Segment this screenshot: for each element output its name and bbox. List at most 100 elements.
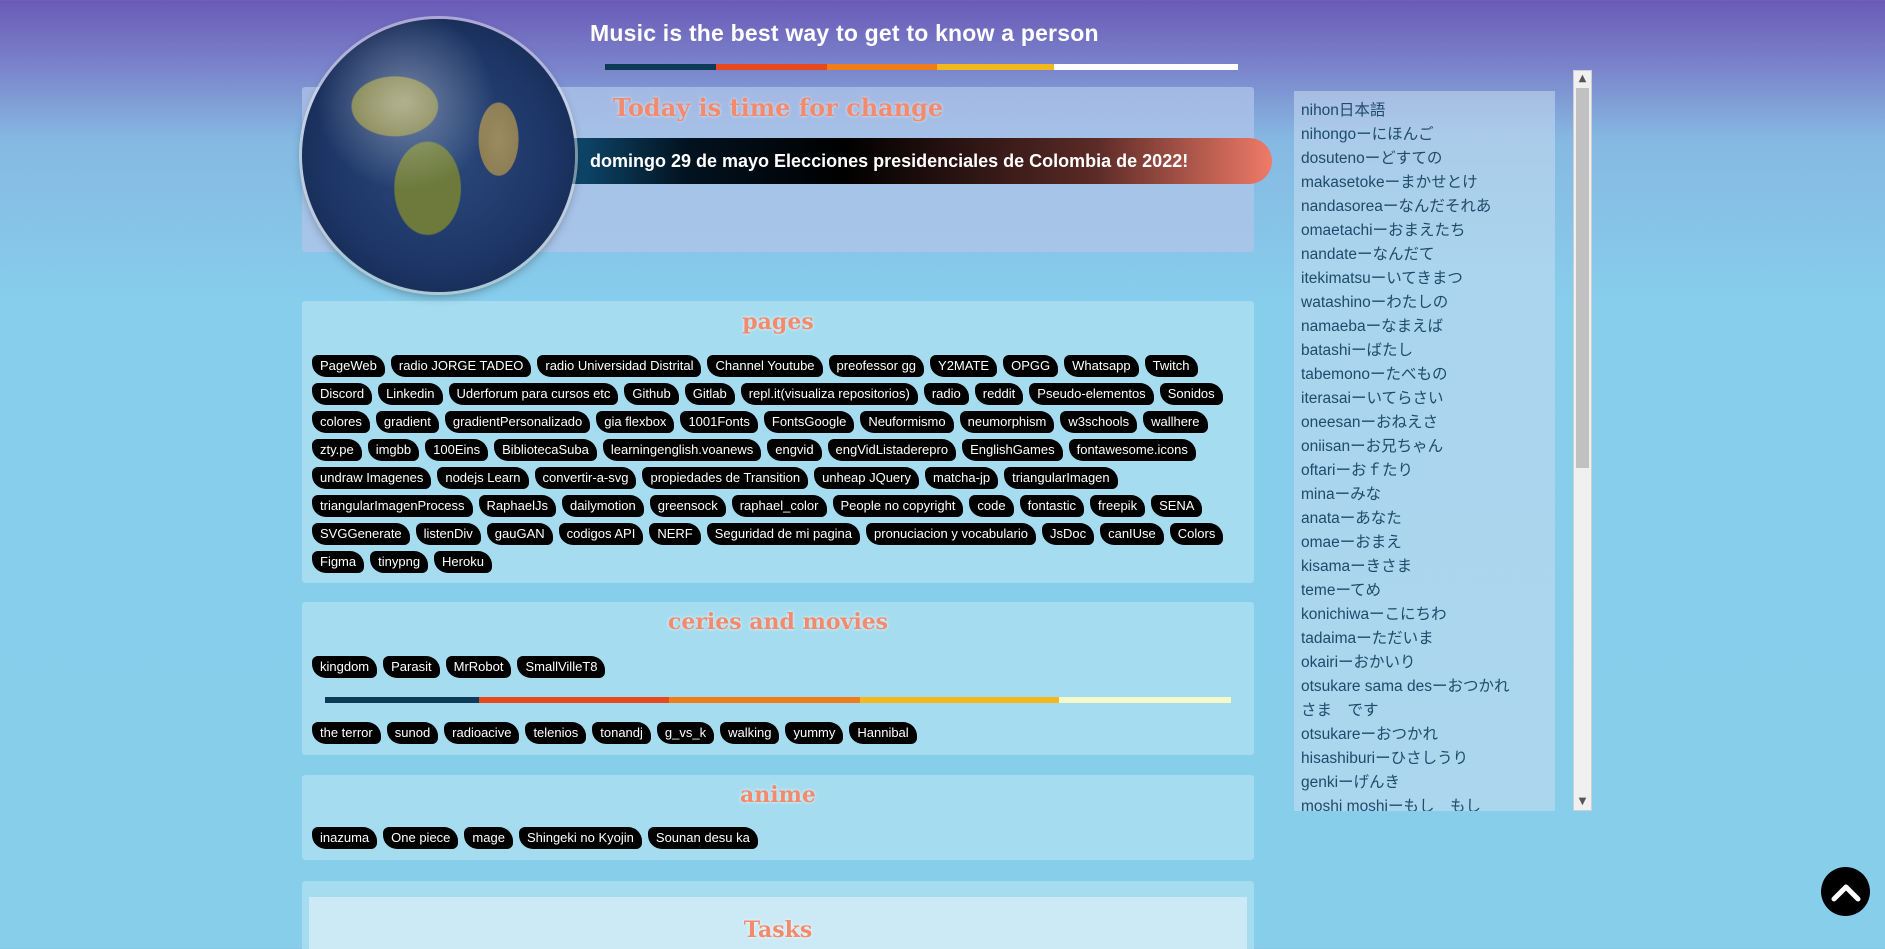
link-tag[interactable]: mage xyxy=(464,827,513,849)
link-tag[interactable]: yummy xyxy=(785,722,844,744)
link-tag[interactable]: SmallVilleT8 xyxy=(517,656,606,678)
link-tag[interactable]: convertir-a-svg xyxy=(534,467,637,489)
link-tag[interactable]: OPGG xyxy=(1003,355,1059,377)
link-tag[interactable]: Heroku xyxy=(434,551,492,573)
link-tag[interactable]: Channel Youtube xyxy=(707,355,823,377)
link-tag[interactable]: Neuformismo xyxy=(860,411,954,433)
link-tag[interactable]: 1001Fonts xyxy=(680,411,758,433)
link-tag[interactable]: JsDoc xyxy=(1041,523,1095,545)
scroll-down-icon[interactable]: ▼ xyxy=(1574,794,1591,810)
link-tag[interactable]: codigos API xyxy=(558,523,644,545)
link-tag[interactable]: repl.it(visualiza repositorios) xyxy=(740,383,918,405)
link-tag[interactable]: radio Universidad Distrital xyxy=(537,355,702,377)
stripe-segment xyxy=(605,64,716,70)
link-tag[interactable]: Shingeki no Kyojin xyxy=(518,827,642,849)
link-tag[interactable]: imgbb xyxy=(367,439,420,461)
link-tag[interactable]: fontastic xyxy=(1019,495,1085,517)
link-tag[interactable]: NERF xyxy=(649,523,701,545)
link-tag[interactable]: Sonidos xyxy=(1159,383,1223,405)
link-tag[interactable]: neumorphism xyxy=(959,411,1055,433)
link-tag[interactable]: SVGGenerate xyxy=(312,523,410,545)
link-tag[interactable]: gradientPersonalizado xyxy=(444,411,591,433)
link-tag[interactable]: BibliotecaSuba xyxy=(494,439,597,461)
link-tag[interactable]: reddit xyxy=(974,383,1024,405)
link-tag[interactable]: triangularImagenProcess xyxy=(312,495,473,517)
link-tag[interactable]: Colors xyxy=(1169,523,1224,545)
link-tag[interactable]: freepik xyxy=(1090,495,1146,517)
scroll-up-icon[interactable]: ▲ xyxy=(1574,71,1591,87)
link-tag[interactable]: code xyxy=(969,495,1014,517)
link-tag[interactable]: Discord xyxy=(312,383,373,405)
link-tag[interactable]: radio xyxy=(923,383,969,405)
stripe-segment xyxy=(669,697,860,703)
link-tag[interactable]: inazuma xyxy=(312,827,378,849)
link-tag[interactable]: walking xyxy=(720,722,780,744)
link-tag[interactable]: engvid xyxy=(767,439,822,461)
link-tag[interactable]: canIUse xyxy=(1100,523,1164,545)
link-tag[interactable]: Github xyxy=(624,383,679,405)
series-tag-list: kingdom Parasit MrRobot SmallVilleT8 xyxy=(302,656,1254,678)
link-tag[interactable]: listenDiv xyxy=(415,523,481,545)
link-tag[interactable]: pronuciacion y vocabulario xyxy=(866,523,1036,545)
link-tag[interactable]: 100Eins xyxy=(425,439,489,461)
link-tag[interactable]: propiedades de Transition xyxy=(642,467,809,489)
link-tag[interactable]: g_vs_k xyxy=(656,722,715,744)
link-tag[interactable]: engVidListaderepro xyxy=(827,439,957,461)
link-tag[interactable]: Whatsapp xyxy=(1064,355,1139,377)
link-tag[interactable]: MrRobot xyxy=(445,656,512,678)
link-tag[interactable]: kingdom xyxy=(312,656,378,678)
back-to-top-button[interactable] xyxy=(1821,867,1870,916)
link-tag[interactable]: gauGAN xyxy=(486,523,553,545)
link-tag[interactable]: colores xyxy=(312,411,370,433)
vocabulary-list[interactable]: nihon日本語 nihongoーにほんご dosutenoーどすての makaset… xyxy=(1294,91,1555,811)
link-tag[interactable]: preofessor gg xyxy=(828,355,925,377)
link-tag[interactable]: PageWeb xyxy=(312,355,385,377)
link-tag[interactable]: Twitch xyxy=(1144,355,1198,377)
link-tag[interactable]: EnglishGames xyxy=(962,439,1063,461)
vocab-item: kisamaーきさま xyxy=(1301,558,1413,575)
vocabulary-scrollbar[interactable]: ▲ ▼ xyxy=(1573,70,1592,811)
link-tag[interactable]: learningenglish.voanews xyxy=(602,439,762,461)
vocab-item: otsukare sama desーおつかれ xyxy=(1301,678,1510,695)
link-tag[interactable]: radio JORGE TADEO xyxy=(390,355,532,377)
link-tag[interactable]: matcha-jp xyxy=(925,467,999,489)
link-tag[interactable]: triangularImagen xyxy=(1004,467,1118,489)
link-tag[interactable]: telenios xyxy=(525,722,587,744)
link-tag[interactable]: Pseudo-elementos xyxy=(1029,383,1154,405)
link-tag[interactable]: sunod xyxy=(386,722,439,744)
link-tag[interactable]: unheap JQuery xyxy=(814,467,919,489)
link-tag[interactable]: Seguridad de mi pagina xyxy=(706,523,861,545)
link-tag[interactable]: Y2MATE xyxy=(930,355,998,377)
link-tag[interactable]: Figma xyxy=(312,551,365,573)
link-tag[interactable]: wallhere xyxy=(1143,411,1208,433)
link-tag[interactable]: Sounan desu ka xyxy=(647,827,758,849)
link-tag[interactable]: radioacive xyxy=(444,722,520,744)
link-tag[interactable]: FontsGoogle xyxy=(763,411,855,433)
link-tag[interactable]: raphael_color xyxy=(731,495,827,517)
link-tag[interactable]: Hannibal xyxy=(849,722,917,744)
announcement: domingo 29 de mayo Elecciones presidenci… xyxy=(560,138,1272,184)
link-tag[interactable]: undraw Imagenes xyxy=(312,467,432,489)
vocab-item: omaeーおまえ xyxy=(1301,534,1402,551)
link-tag[interactable]: nodejs Learn xyxy=(437,467,529,489)
link-tag[interactable]: greensock xyxy=(649,495,726,517)
link-tag[interactable]: People no copyright xyxy=(832,495,964,517)
link-tag[interactable]: RaphaelJs xyxy=(478,495,556,517)
link-tag[interactable]: gia flexbox xyxy=(596,411,675,433)
link-tag[interactable]: SENA xyxy=(1151,495,1203,517)
link-tag[interactable]: Parasit xyxy=(383,656,440,678)
link-tag[interactable]: w3schools xyxy=(1060,411,1138,433)
link-tag[interactable]: gradient xyxy=(375,411,439,433)
scroll-thumb[interactable] xyxy=(1576,88,1589,468)
link-tag[interactable]: Uderforum para cursos etc xyxy=(448,383,619,405)
link-tag[interactable]: fontawesome.icons xyxy=(1068,439,1196,461)
link-tag[interactable]: dailymotion xyxy=(561,495,644,517)
link-tag[interactable]: tinypng xyxy=(370,551,429,573)
link-tag[interactable]: tonandj xyxy=(592,722,651,744)
stripe-segment xyxy=(479,697,670,703)
link-tag[interactable]: One piece xyxy=(383,827,459,849)
link-tag[interactable]: Gitlab xyxy=(684,383,735,405)
link-tag[interactable]: the terror xyxy=(312,722,381,744)
link-tag[interactable]: Linkedin xyxy=(378,383,443,405)
link-tag[interactable]: zty.pe xyxy=(312,439,362,461)
